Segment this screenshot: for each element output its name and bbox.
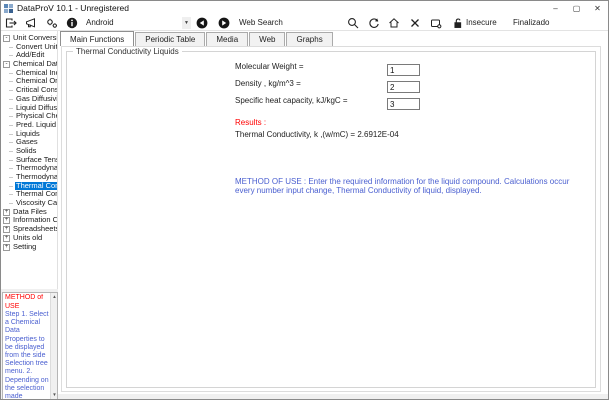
method-of-use-text: METHOD OF USE : Enter the required infor… xyxy=(235,178,575,195)
tree-item-gases[interactable]: Gases xyxy=(1,138,57,147)
field-label: Molecular Weight = xyxy=(235,62,387,71)
scroll-down-icon[interactable]: ▼ xyxy=(51,391,58,399)
specific-heat-input[interactable] xyxy=(387,98,420,110)
unlock-icon[interactable] xyxy=(452,17,464,29)
window-title: DataProV 10.1 - Unregistered xyxy=(17,3,129,13)
tree-item-information-charts[interactable]: +Information Chart xyxy=(1,216,57,225)
molecular-weight-input[interactable] xyxy=(387,64,420,76)
groupbox-title: Thermal Conductivity Liquids xyxy=(73,47,182,56)
tree-item-critical-constants[interactable]: Critical Const xyxy=(1,86,57,95)
close-x-icon[interactable] xyxy=(409,17,421,29)
tab-periodic-table[interactable]: Periodic Table xyxy=(135,32,205,46)
tab-web[interactable]: Web xyxy=(249,32,285,46)
density-input[interactable] xyxy=(387,81,420,93)
tree-item-unit-conversions[interactable]: -Unit Conversions xyxy=(1,34,57,43)
app-window: DataProV 10.1 - Unregistered – ▢ ✕ xyxy=(0,0,609,400)
thermal-conductivity-result: Thermal Conductivity, k ,(w/mC) = 2.6912… xyxy=(235,130,399,139)
sidebar-tree: -Unit Conversions Convert Unit Add/Edit … xyxy=(1,31,58,289)
scroll-up-icon[interactable]: ▲ xyxy=(51,293,58,301)
tab-strip: Main Functions Periodic Table Media Web … xyxy=(60,31,608,46)
tree-item-gas-diffusivity[interactable]: Gas Diffusivit xyxy=(1,95,57,104)
tree-item-units-old[interactable]: +Units old xyxy=(1,234,57,243)
device-combobox[interactable]: Android xyxy=(86,18,114,27)
status-label: Finalizado xyxy=(513,18,549,27)
tree-item-thermal-conductivity-selected[interactable]: Thermal Cond xyxy=(1,182,57,191)
tree-item-surface-tension[interactable]: Surface Tensi xyxy=(1,156,57,165)
tab-panel: Thermal Conductivity Liquids Molecular W… xyxy=(61,46,601,392)
maximize-button[interactable]: ▢ xyxy=(566,1,587,15)
exit-icon[interactable] xyxy=(5,17,17,29)
app-icon xyxy=(4,4,13,13)
field-label: Density , kg/m^3 = xyxy=(235,79,387,88)
tree-item-thermodynamics-2[interactable]: Thermodynam xyxy=(1,173,57,182)
results-heading: Results : xyxy=(235,118,266,127)
chevron-down-icon[interactable]: ▼ xyxy=(182,17,191,29)
tree-item-data-files[interactable]: +Data Files xyxy=(1,208,57,217)
expand-icon[interactable]: + xyxy=(3,235,10,242)
method-of-use-panel: METHOD of USE Step 1. Select a Chemical … xyxy=(2,292,58,400)
tab-graphs[interactable]: Graphs xyxy=(286,32,332,46)
window-controls: – ▢ ✕ xyxy=(545,1,608,15)
tab-media[interactable]: Media xyxy=(206,32,248,46)
tree-item-thermal-conductivity-2[interactable]: Thermal Cond xyxy=(1,190,57,199)
web-search-label: Web Search xyxy=(239,18,283,27)
insecure-label: Insecure xyxy=(466,18,497,27)
nav-forward-icon[interactable] xyxy=(218,17,230,29)
tree-item-pred-liquid[interactable]: Pred. Liquid M xyxy=(1,121,57,130)
field-label: Specific heat capacity, kJ/kgC = xyxy=(235,96,387,105)
minimize-button[interactable]: – xyxy=(545,1,566,15)
search-icon[interactable] xyxy=(347,17,359,29)
tree-item-chemical-inorganic[interactable]: Chemical Inor xyxy=(1,69,57,78)
collapse-icon[interactable]: - xyxy=(3,61,10,68)
home-icon[interactable] xyxy=(388,17,400,29)
method-panel-title: METHOD of USE xyxy=(5,294,49,311)
title-bar: DataProV 10.1 - Unregistered – ▢ ✕ xyxy=(1,1,608,15)
tree-item-add-edit[interactable]: Add/Edit xyxy=(1,51,57,60)
toolbar: Android ▼ Web Search xyxy=(1,15,608,31)
tree-item-chemical-data[interactable]: -Chemical Data xyxy=(1,60,57,69)
tab-main-functions[interactable]: Main Functions xyxy=(60,31,134,46)
tree-item-setting[interactable]: +Setting xyxy=(1,243,57,252)
scrollbar[interactable]: ▲ ▼ xyxy=(50,293,57,399)
tree-item-viscosity-calc[interactable]: Viscosity Calc xyxy=(1,199,57,208)
method-panel-body: Step 1. Select a Chemical Data Propertie… xyxy=(5,311,49,398)
thermal-conductivity-groupbox: Thermal Conductivity Liquids Molecular W… xyxy=(66,51,596,388)
main-content: Main Functions Periodic Table Media Web … xyxy=(58,31,608,394)
refresh-icon[interactable] xyxy=(368,17,380,29)
collapse-icon[interactable]: - xyxy=(3,35,10,42)
tree-item-chemical-organic[interactable]: Chemical Org xyxy=(1,77,57,86)
megaphone-icon[interactable] xyxy=(25,17,37,29)
tree-item-thermodynamics-1[interactable]: Thermodynam xyxy=(1,164,57,173)
tree-item-liquid-diffusivity[interactable]: Liquid Diffusi xyxy=(1,104,57,113)
record-box-icon[interactable] xyxy=(430,17,442,29)
field-molecular-weight: Molecular Weight = xyxy=(235,62,387,76)
tree-item-liquids[interactable]: Liquids xyxy=(1,130,57,139)
field-specific-heat: Specific heat capacity, kJ/kgC = xyxy=(235,96,387,110)
nav-back-icon[interactable] xyxy=(196,17,208,29)
gears-icon[interactable] xyxy=(46,17,58,29)
tree-item-solids[interactable]: Solids xyxy=(1,147,57,156)
expand-icon[interactable]: + xyxy=(3,244,10,251)
tree-item-convert-unit[interactable]: Convert Unit xyxy=(1,43,57,52)
expand-icon[interactable]: + xyxy=(3,217,10,224)
info-icon[interactable] xyxy=(66,17,78,29)
tree-item-spreadsheets[interactable]: +Spreadsheets xyxy=(1,225,57,234)
expand-icon[interactable]: + xyxy=(3,209,10,216)
close-button[interactable]: ✕ xyxy=(587,1,608,15)
expand-icon[interactable]: + xyxy=(3,226,10,233)
tree-item-physical-chemistry[interactable]: Physical Cher xyxy=(1,112,57,121)
field-density: Density , kg/m^3 = xyxy=(235,79,387,93)
